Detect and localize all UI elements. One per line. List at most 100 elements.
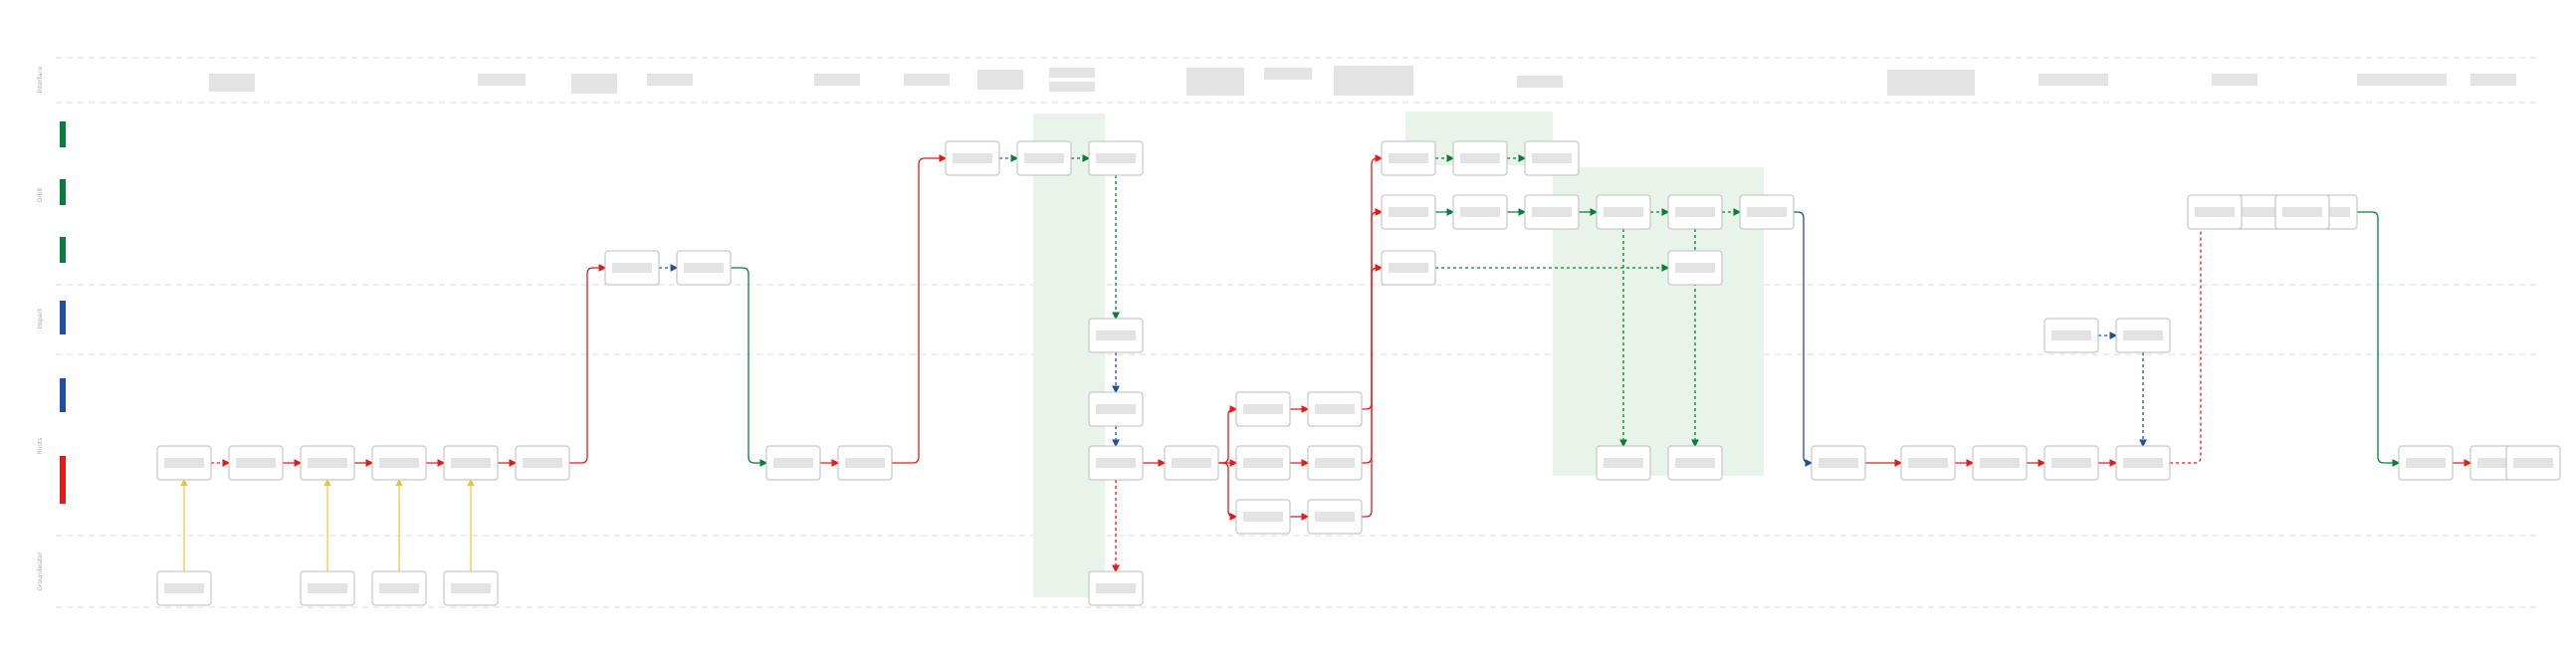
connector-n42-n45 [2170,208,2234,464]
lane-color-bar [60,456,66,504]
connector-n18-n19 [1218,405,1238,464]
flow-node[interactable] [2398,445,2454,481]
flow-node[interactable] [1524,140,1580,176]
lane-color-bar [60,301,66,334]
node-label-placeholder [2051,458,2091,468]
flow-node[interactable] [1307,445,1363,481]
flow-node[interactable] [1900,445,1956,481]
connector-n24-n31 [1362,264,1384,518]
connector-n6-n7 [569,264,607,464]
flow-node[interactable] [1596,445,1651,481]
flow-node[interactable] [945,140,1000,176]
flow-node[interactable] [1381,194,1436,230]
node-label-placeholder [451,583,491,593]
flow-node[interactable] [300,570,355,606]
lane-color-bar [60,121,66,147]
node-label-placeholder [1315,404,1355,414]
header-label-placeholder [904,74,950,86]
node-label-placeholder [2406,458,2446,468]
flow-node[interactable] [371,445,427,481]
flow-node[interactable] [2115,445,2171,481]
flow-node[interactable] [604,250,660,286]
flow-node[interactable] [1811,445,1866,481]
flow-node[interactable] [837,445,893,481]
node-label-placeholder [1096,458,1136,468]
header-label-placeholder [814,74,860,86]
node-label-placeholder [379,583,419,593]
flow-node[interactable] [1088,140,1144,176]
highlight-group [1553,167,1764,476]
flow-node[interactable] [1381,140,1436,176]
node-label-placeholder [1243,458,1283,468]
flow-node[interactable] [2274,194,2330,230]
node-label-placeholder [1460,207,1500,217]
flow-node[interactable] [2043,318,2099,353]
flow-node[interactable] [1452,140,1508,176]
node-label-placeholder [1172,458,1211,468]
lane-label-blue: Impact [37,308,44,329]
flow-node[interactable] [1452,194,1508,230]
header-label-placeholder [478,74,526,86]
flow-node[interactable] [1164,445,1219,481]
flow-node[interactable] [1972,445,2028,481]
lane-label-header: Interface [37,66,44,93]
header-label-placeholder [1264,68,1312,80]
node-label-placeholder [1604,458,1643,468]
header-label-placeholder [977,70,1023,90]
flow-node[interactable] [1088,391,1144,427]
flow-node[interactable] [676,250,732,286]
node-label-placeholder [1096,331,1136,340]
flow-node[interactable] [1739,194,1795,230]
flow-node[interactable] [2115,318,2171,353]
flow-node[interactable] [1667,250,1723,286]
header-label-placeholder [1186,68,1244,96]
flow-node[interactable] [156,570,212,606]
lane-color-bar [60,179,66,205]
flow-node[interactable] [1381,250,1436,286]
header-label-placeholder [2039,74,2108,86]
flow-node[interactable] [300,445,355,481]
header-label-placeholder [1334,66,1413,96]
flow-node[interactable] [2043,445,2099,481]
flow-node[interactable] [371,570,427,606]
flow-node[interactable] [228,445,284,481]
header-label-placeholder [647,74,693,86]
flow-node[interactable] [156,445,212,481]
flow-node[interactable] [443,570,499,606]
node-label-placeholder [612,263,652,273]
node-label-placeholder [1389,153,1428,163]
flow-node[interactable] [1235,499,1291,535]
header-placeholders [209,66,2516,96]
lane-color-bar [60,378,66,412]
header-label-placeholder [1049,68,1095,78]
lane-color-bar [60,237,66,263]
flow-node[interactable] [515,445,570,481]
flow-node[interactable] [1088,445,1144,481]
flow-node[interactable] [1307,391,1363,427]
flow-node[interactable] [2187,194,2243,230]
connector-n18-n21 [1218,462,1238,521]
flow-node[interactable] [1667,194,1723,230]
flow-node[interactable] [2505,445,2561,481]
node-label-placeholder [1389,263,1428,273]
flow-node[interactable] [1307,499,1363,535]
flow-node[interactable] [1524,194,1580,230]
flow-node[interactable] [1016,140,1072,176]
flow-node[interactable] [1088,570,1144,606]
node-label-placeholder [1675,458,1715,468]
flow-node[interactable] [1667,445,1723,481]
flow-node[interactable] [1235,445,1291,481]
lane-label-red: Roots [37,438,44,455]
flow-node[interactable] [1596,194,1651,230]
flow-node[interactable] [1235,391,1291,427]
flow-node[interactable] [765,445,821,481]
flow-node[interactable] [443,445,499,481]
node-label-placeholder [2239,207,2278,217]
node-label-placeholder [1389,207,1428,217]
connector-n8-n9 [731,267,768,467]
node-label-placeholder [523,458,562,468]
header-label-placeholder [2212,74,2257,86]
node-label-placeholder [1675,263,1715,273]
flow-node[interactable] [1088,318,1144,353]
node-label-placeholder [1096,404,1136,414]
